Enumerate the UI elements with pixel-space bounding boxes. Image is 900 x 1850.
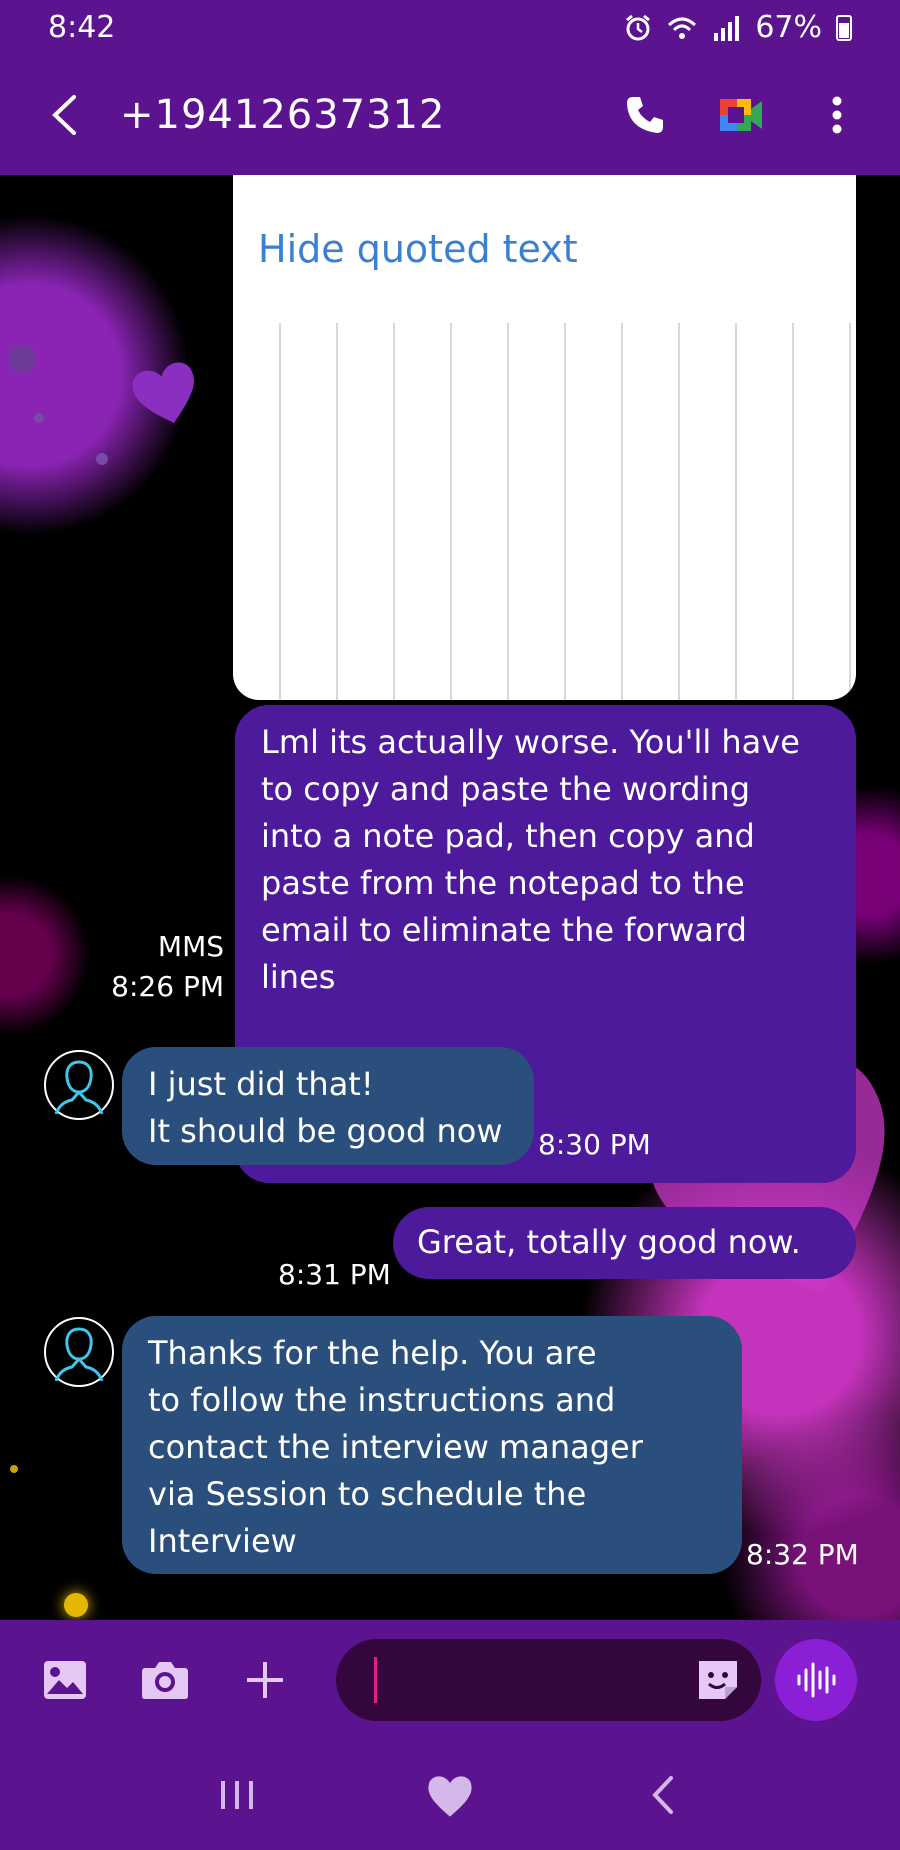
voice-message-button[interactable] — [775, 1639, 857, 1721]
message-text: I just did that! It should be good now — [148, 1065, 503, 1150]
more-options-button[interactable] — [814, 92, 860, 138]
message-input[interactable] — [374, 1657, 674, 1703]
quoted-content-area — [279, 323, 856, 700]
sparkle-decoration — [64, 1593, 88, 1617]
phone-icon — [627, 97, 663, 133]
camera-icon — [142, 1662, 188, 1699]
recent-apps-button[interactable] — [207, 1765, 267, 1825]
plus-icon — [247, 1662, 283, 1698]
back-button[interactable] — [50, 90, 90, 140]
sparkle-decoration — [34, 413, 44, 423]
message-bubble-incoming[interactable]: Thanks for the help. You are to follow t… — [122, 1316, 742, 1574]
sticker-icon[interactable] — [695, 1657, 741, 1703]
message-text: Great, totally good now. — [417, 1223, 801, 1261]
alarm-icon — [626, 14, 651, 40]
home-button[interactable] — [420, 1765, 480, 1825]
nav-back-button[interactable] — [633, 1765, 693, 1825]
recent-apps-icon — [220, 1781, 253, 1809]
sparkle-decoration — [8, 345, 36, 373]
sparkle-decoration — [96, 453, 108, 465]
video-call-button[interactable] — [718, 92, 764, 138]
call-button[interactable] — [622, 92, 668, 138]
message-input-wrapper — [336, 1639, 761, 1721]
contact-avatar[interactable] — [44, 1317, 114, 1387]
message-meta: MMS 8:26 PM — [110, 927, 224, 1007]
wifi-icon — [668, 17, 697, 39]
contact-avatar-icon — [54, 1327, 104, 1381]
back-arrow-icon — [52, 95, 76, 135]
message-text: Thanks for the help. You are to follow t… — [148, 1334, 643, 1560]
gallery-icon — [44, 1661, 86, 1699]
gallery-button[interactable] — [30, 1645, 100, 1715]
conversation-header: +19412637312 — [0, 55, 900, 175]
hide-quoted-text-link[interactable]: Hide quoted text — [258, 227, 578, 271]
message-timestamp: 8:32 PM — [746, 1538, 859, 1571]
battery-percent: 67% — [755, 10, 822, 45]
camera-button[interactable] — [130, 1645, 200, 1715]
signal-icon — [714, 15, 740, 41]
message-bubble-incoming[interactable]: I just did that! It should be good now — [122, 1047, 534, 1165]
video-call-icon — [720, 99, 762, 131]
message-bubble-outgoing[interactable]: Great, totally good now. — [393, 1207, 856, 1279]
status-time: 8:42 — [48, 10, 116, 45]
message-thread[interactable]: Hide quoted text Lml its actually worse.… — [0, 175, 900, 1620]
text-caret — [374, 1657, 377, 1703]
system-navigation-bar — [0, 1740, 900, 1850]
message-timestamp: 8:31 PM — [278, 1258, 391, 1291]
contact-avatar[interactable] — [44, 1050, 114, 1120]
nav-back-icon — [652, 1776, 674, 1814]
message-timestamp: 8:30 PM — [538, 1128, 651, 1161]
more-options-icon — [832, 96, 842, 134]
contact-number[interactable]: +19412637312 — [120, 92, 622, 138]
message-text: Lml its actually worse. You'll have to c… — [261, 723, 800, 996]
heart-decoration-icon — [132, 362, 194, 423]
battery-icon — [836, 14, 852, 41]
message-timestamp: 8:26 PM — [111, 970, 224, 1003]
status-bar: 8:42 67% — [0, 0, 900, 55]
header-actions — [622, 92, 860, 138]
message-composer — [0, 1620, 900, 1740]
home-heart-icon — [428, 1776, 472, 1817]
attach-more-button[interactable] — [230, 1645, 300, 1715]
voice-icon — [797, 1662, 836, 1698]
status-icons: 67% — [623, 10, 852, 45]
quoted-email-preview: Hide quoted text — [233, 175, 856, 700]
contact-avatar-icon — [54, 1060, 104, 1114]
message-type-label: MMS — [157, 930, 224, 963]
sparkle-decoration — [10, 1465, 18, 1473]
